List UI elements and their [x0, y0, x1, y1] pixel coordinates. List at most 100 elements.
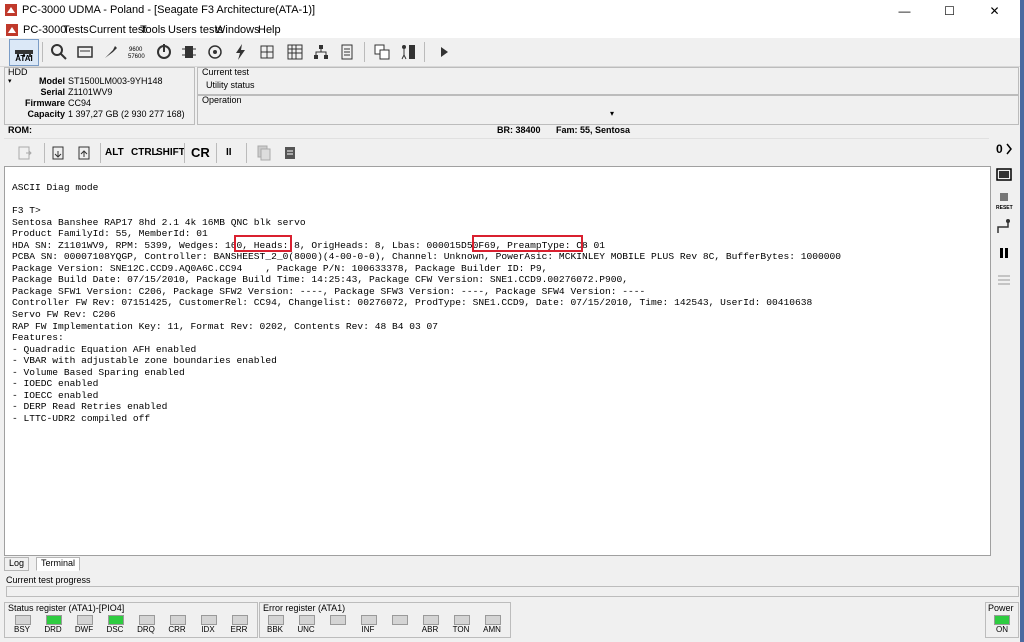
model-value: ST1500LM003-9YH148 [68, 76, 163, 86]
heads-highlight-box [234, 235, 292, 252]
terminal-save-button[interactable] [74, 142, 96, 164]
ctrl-key-button[interactable]: CTRL [131, 147, 158, 158]
play-icon [441, 47, 448, 57]
power-control-button[interactable] [153, 41, 175, 63]
right-toolbar: 0 RESET [992, 138, 1016, 558]
baud-rate-icon: 960057600 [128, 47, 145, 60]
right-pause-button[interactable] [993, 242, 1015, 264]
network-icon [314, 45, 328, 59]
svg-text:RESET: RESET [996, 205, 1013, 211]
menu-tools[interactable]: Tools [140, 24, 166, 36]
clear-button[interactable] [279, 142, 301, 164]
list-button[interactable] [336, 41, 358, 63]
run-button[interactable] [433, 41, 455, 63]
led-err [232, 615, 248, 625]
alt-key-button[interactable]: ALT [105, 147, 124, 158]
terminal-output[interactable]: ASCII Diag mode F3 T> Sentosa Banshee RAP1… [4, 166, 991, 556]
windows-button[interactable] [371, 41, 393, 63]
flow-button[interactable] [993, 216, 1015, 238]
led-drq [139, 615, 155, 625]
terminal-line: Features: [12, 332, 64, 344]
led-crr [170, 615, 186, 625]
log-list-button[interactable] [993, 270, 1015, 292]
model-label: Model [39, 76, 65, 86]
main-toolbar: ATAI 9600 57600 [0, 38, 1020, 67]
terminal-line: Package SFW1 Version: C206, Package SFW2… [12, 285, 646, 297]
copy-icon [257, 145, 271, 161]
grid-button[interactable] [284, 41, 306, 63]
terminal-line: Package Version: SNE12C.CCD9.AQ0A6C.CC94… [12, 262, 548, 274]
reset-zero-button[interactable]: 0 [993, 138, 1015, 160]
led-bsy-label: BSY [13, 625, 30, 634]
list-icon [341, 44, 353, 60]
power-on-label: ON [996, 625, 1008, 634]
led-unc-label: UNC [297, 625, 315, 634]
app-logo-icon [5, 4, 17, 16]
led-amn [485, 615, 501, 625]
menu-current-test[interactable]: Current test [89, 24, 146, 36]
progress-bar [6, 586, 1019, 597]
cr-key-button[interactable]: CR [191, 145, 210, 160]
atai-button[interactable]: ATAI [9, 39, 39, 66]
lightning-icon [236, 44, 245, 60]
chip-button[interactable] [178, 41, 200, 63]
grid-icon [287, 44, 303, 60]
operation-dropdown-icon[interactable]: ▾ [610, 109, 614, 118]
disk-button[interactable] [204, 41, 226, 63]
led-dwf [77, 615, 93, 625]
drive-id-button[interactable] [74, 41, 96, 63]
terminal-line: - IOECC enabled [12, 389, 99, 401]
terminal-line: F3 T> [12, 205, 41, 217]
terminal-load-button[interactable] [48, 142, 70, 164]
tab-terminal[interactable]: Terminal [36, 557, 81, 571]
desktop-background [1020, 0, 1024, 642]
led-inf [361, 615, 377, 625]
chip-icon [182, 46, 196, 58]
reset-button[interactable]: RESET [993, 190, 1015, 212]
terminal-view-button[interactable] [993, 164, 1015, 186]
open-file-icon [18, 146, 32, 160]
grid-small-button[interactable] [256, 41, 278, 63]
menu-windows[interactable]: Windows [215, 24, 260, 36]
capacity-value: 1 397,27 GB (2 930 277 168) [68, 109, 185, 119]
led-unused-2 [392, 615, 408, 625]
minimize-button[interactable]: — [882, 0, 927, 22]
tab-log[interactable]: Log [4, 557, 30, 571]
led-bbk-label: BBK [266, 625, 283, 634]
copy-button[interactable] [253, 142, 275, 164]
current-test-value: Utility status [206, 80, 255, 90]
led-bbk [268, 615, 284, 625]
maximize-button[interactable]: ☐ [927, 0, 972, 22]
led-amn-label: AMN [483, 625, 501, 634]
rom-label: ROM: [8, 125, 32, 135]
current-test-title: Current test [202, 67, 250, 77]
power-control-icon [157, 44, 171, 59]
led-ton [454, 615, 470, 625]
window-title: PC-3000 UDMA - Poland - [Seagate F3 Arch… [22, 4, 316, 16]
terminal-open-button[interactable] [14, 142, 36, 164]
menu-pc3000[interactable]: PC-3000 [23, 24, 66, 36]
baud-rate-button[interactable]: 9600 57600 [127, 41, 149, 63]
grid-small-icon [260, 45, 274, 59]
wrench-icon [105, 46, 117, 58]
terminal-line: RAP FW Implementation Key: 11, Format Re… [12, 320, 439, 332]
close-button[interactable]: ✕ [972, 0, 1017, 22]
menu-tests[interactable]: Tests [63, 24, 89, 36]
tool-button[interactable] [100, 41, 122, 63]
lightning-button[interactable] [230, 41, 252, 63]
status-register-title: Status register (ATA1)-[PIO4] [8, 603, 125, 613]
pause-button[interactable]: II [226, 147, 232, 158]
preamp-highlight-box [472, 235, 583, 252]
led-unused-1 [330, 615, 346, 625]
user-door-button[interactable] [397, 41, 419, 63]
drive-id-icon [77, 46, 93, 58]
search-drive-button[interactable] [48, 41, 70, 63]
hdd-panel: HDD ▾ Model ST1500LM003-9YH148 Serial Z1… [4, 67, 195, 125]
led-dsc [108, 615, 124, 625]
led-unc [299, 615, 315, 625]
power-title: Power [988, 603, 1014, 613]
shift-key-button[interactable]: SHIFT [156, 147, 185, 158]
terminal-lines: ASCII Diag mode F3 T> Sentosa Banshee RAP1… [12, 182, 841, 424]
network-button[interactable] [310, 41, 332, 63]
menu-help[interactable]: Help [258, 24, 281, 36]
